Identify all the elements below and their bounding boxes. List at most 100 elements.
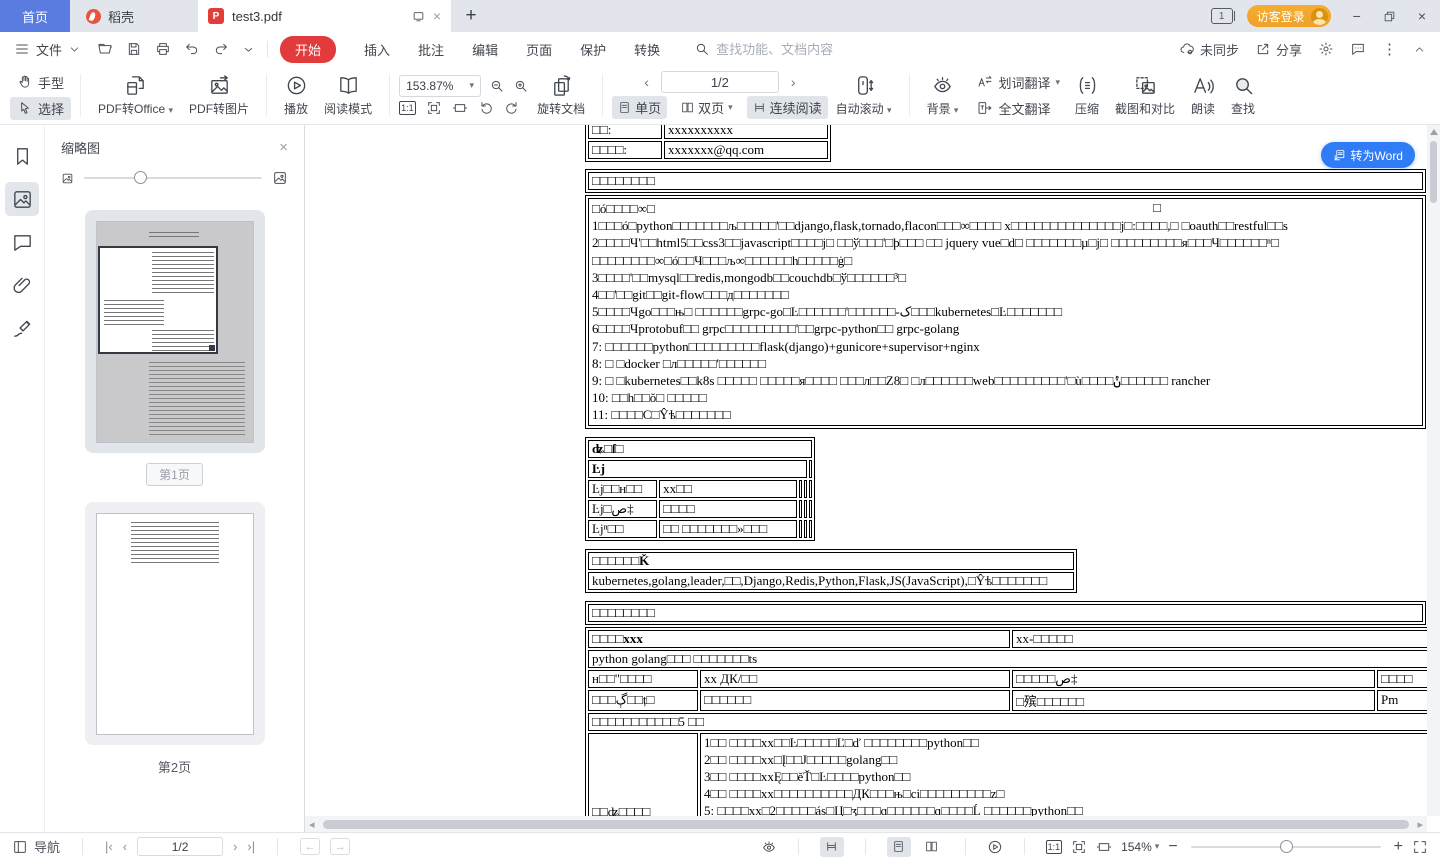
screenshot-compare-button[interactable]: 截图和对比 <box>1107 72 1183 119</box>
status-page-input[interactable] <box>137 837 224 856</box>
zoom-out-icon[interactable] <box>489 78 505 94</box>
fullscreen-icon[interactable] <box>1412 839 1428 855</box>
sync-status[interactable]: 未同步 <box>1179 40 1239 59</box>
background-eye-icon[interactable] <box>761 839 777 855</box>
next-page-button[interactable]: › <box>787 74 800 90</box>
tab-document[interactable]: P test3.pdf × <box>198 0 451 32</box>
fit-width-status-icon[interactable] <box>1096 839 1112 855</box>
continuous-reading-toggle[interactable]: 连续阅读 <box>746 96 828 119</box>
vertical-scroll-thumb[interactable] <box>1430 141 1437 203</box>
search-box[interactable] <box>694 41 867 57</box>
play-button[interactable]: 播放 <box>276 72 316 119</box>
quickbar-chevron-icon[interactable] <box>242 43 255 56</box>
zoom-in-icon[interactable] <box>513 78 529 94</box>
last-page-button[interactable]: ›| <box>247 839 255 854</box>
feedback-comment-icon[interactable] <box>1350 41 1366 57</box>
window-count-badge[interactable]: 1 <box>1210 8 1235 24</box>
horizontal-scroll-thumb[interactable] <box>322 819 1410 829</box>
print-icon[interactable] <box>155 41 171 57</box>
actual-size-status-button[interactable]: 1:1 <box>1045 839 1063 854</box>
scroll-up-arrow[interactable] <box>1429 129 1438 135</box>
comments-panel-button[interactable] <box>5 225 39 259</box>
background-button[interactable]: 背景 ▾ <box>919 72 967 119</box>
horizontal-scrollbar[interactable]: ◂ ▸ <box>305 816 1427 832</box>
collapse-ribbon-icon[interactable] <box>1413 43 1426 56</box>
ribbon-tab-convert[interactable]: 转换 <box>634 40 660 59</box>
zoom-slider[interactable] <box>1190 839 1381 853</box>
restore-button[interactable] <box>1383 10 1396 23</box>
thumbnail-page-2[interactable] <box>84 502 265 745</box>
full-translate-button[interactable]: 全文翻译 <box>970 97 1067 120</box>
thumbnail-panel-button[interactable] <box>5 182 39 216</box>
slider-track[interactable] <box>84 171 262 184</box>
search-input[interactable] <box>716 41 867 57</box>
single-page-status-toggle[interactable] <box>886 836 911 857</box>
tab-docer[interactable]: 稻壳 <box>70 0 198 32</box>
cast-screen-icon[interactable] <box>412 10 425 23</box>
document-viewport[interactable]: □□: xxxxxxxxxx □□□□: xxxxxxx@qq.com □□□□□□… <box>305 125 1440 832</box>
rotate-right-icon[interactable] <box>504 100 520 116</box>
find-button[interactable]: 查找 <box>1223 72 1263 119</box>
double-page-status-toggle[interactable] <box>920 837 944 857</box>
continuous-reading-status-toggle[interactable] <box>819 836 844 857</box>
ribbon-tab-start[interactable]: 开始 <box>280 35 337 63</box>
minimize-button[interactable]: − <box>1353 8 1361 24</box>
page-indicator-input[interactable] <box>660 71 779 93</box>
thumbnail-page-1[interactable] <box>84 210 265 453</box>
ribbon-tab-comment[interactable]: 批注 <box>418 40 444 59</box>
word-translate-button[interactable]: 划词翻译 ▾ <box>970 71 1067 94</box>
ribbon-tab-insert[interactable]: 插入 <box>364 40 390 59</box>
ribbon-tab-protect[interactable]: 保护 <box>580 40 606 59</box>
undo-icon[interactable] <box>184 41 200 57</box>
scroll-right-arrow[interactable]: ▸ <box>1413 818 1427 831</box>
zoom-out-status-button[interactable]: − <box>1168 838 1177 856</box>
slider-handle[interactable] <box>133 171 147 184</box>
navigation-toggle[interactable]: 导航 <box>12 837 60 856</box>
reading-mode-button[interactable]: 阅读模式 <box>316 72 380 119</box>
fit-page-status-icon[interactable] <box>1071 839 1087 855</box>
compress-button[interactable]: 压缩 <box>1067 72 1107 119</box>
read-aloud-button[interactable]: 朗读 <box>1183 72 1223 119</box>
first-page-button[interactable]: |‹ <box>105 839 113 854</box>
play-status-icon[interactable] <box>987 839 1003 855</box>
open-file-icon[interactable] <box>97 41 113 57</box>
save-icon[interactable] <box>126 41 142 57</box>
ribbon-tab-page[interactable]: 页面 <box>526 40 552 59</box>
actual-size-button[interactable]: 1:1 <box>399 100 416 115</box>
signature-panel-button[interactable] <box>5 311 39 345</box>
history-back-button[interactable]: ← <box>300 838 321 855</box>
redo-icon[interactable] <box>213 41 229 57</box>
pdf-to-office-button[interactable]: PDF转Office ▾ <box>90 72 181 119</box>
double-page-toggle[interactable]: 双页 ▾ <box>675 96 739 119</box>
fit-page-icon[interactable] <box>426 100 442 116</box>
zoom-percent-select[interactable]: 154% ▾ <box>1121 840 1159 854</box>
more-menu-icon[interactable]: ⋮ <box>1382 40 1397 58</box>
bookmark-panel-button[interactable] <box>5 139 39 173</box>
next-page-button-status[interactable]: › <box>233 839 237 854</box>
zoom-value-select[interactable]: 153.87% ▾ <box>399 74 482 97</box>
zoom-in-status-button[interactable]: + <box>1394 838 1403 856</box>
prev-page-button[interactable]: ‹ <box>640 74 653 90</box>
close-tab-icon[interactable]: × <box>433 8 441 24</box>
guest-login-button[interactable]: 访客登录 <box>1246 5 1331 27</box>
vertical-scrollbar[interactable] <box>1427 125 1440 816</box>
rotate-left-icon[interactable] <box>478 100 494 116</box>
prev-page-button-status[interactable]: ‹ <box>123 839 127 854</box>
zoom-slider-handle[interactable] <box>1279 839 1293 853</box>
settings-gear-icon[interactable] <box>1318 41 1334 57</box>
hand-tool-button[interactable]: 手型 <box>10 71 71 94</box>
ribbon-tab-edit[interactable]: 编辑 <box>472 40 498 59</box>
history-forward-button[interactable]: → <box>330 838 351 855</box>
convert-to-word-button[interactable]: 转为Word <box>1320 142 1415 168</box>
close-window-button[interactable]: × <box>1418 8 1426 24</box>
share-button[interactable]: 分享 <box>1255 40 1302 59</box>
tab-home[interactable]: 首页 <box>0 0 70 32</box>
scroll-left-arrow[interactable]: ◂ <box>305 818 319 831</box>
single-page-toggle[interactable]: 单页 <box>612 96 668 119</box>
new-tab-button[interactable]: + <box>451 0 491 32</box>
file-menu[interactable]: 文件 <box>14 40 81 59</box>
viewport-indicator[interactable] <box>97 245 218 354</box>
fit-width-icon[interactable] <box>452 100 468 116</box>
close-panel-icon[interactable]: × <box>279 139 288 156</box>
attachments-panel-button[interactable] <box>5 268 39 302</box>
